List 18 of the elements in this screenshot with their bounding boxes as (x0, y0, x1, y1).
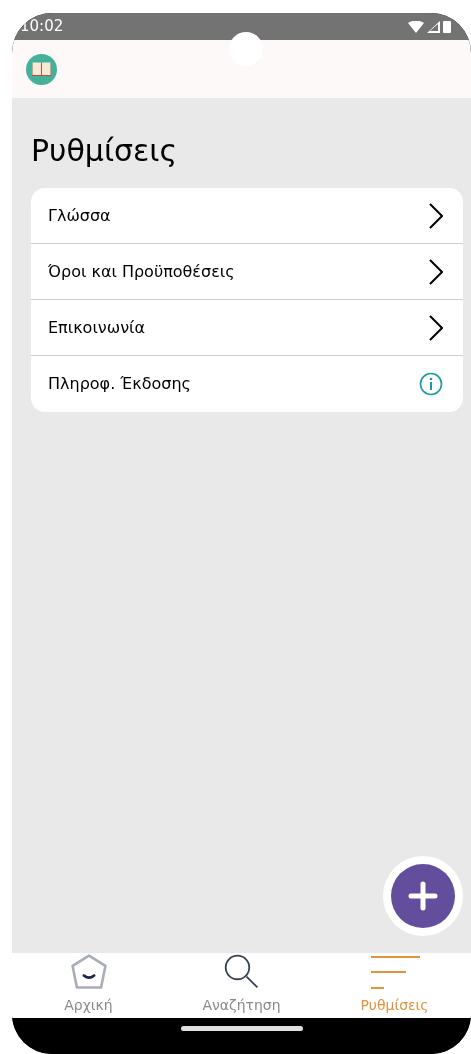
page-title: Ρυθμίσεις (31, 136, 179, 166)
info-icon (419, 372, 443, 396)
signal-icon (427, 20, 440, 33)
chevron-right-icon (429, 258, 443, 285)
wifi-icon (408, 20, 424, 33)
add-button[interactable] (391, 864, 455, 928)
menu-icon (368, 955, 421, 991)
battery-icon (443, 20, 451, 33)
nav-tab[interactable]: Αναζήτηση (165, 953, 318, 1018)
settings-row[interactable]: Γλώσσα (31, 188, 463, 244)
chevron-right-icon (429, 314, 443, 341)
settings-row[interactable]: Επικοινωνία (31, 300, 463, 356)
plus-icon (408, 881, 438, 911)
settings-row[interactable]: Πληροφ. Έκδοσης (31, 356, 463, 412)
nav-tab[interactable]: Αρχική (12, 953, 165, 1018)
book-logo-icon (26, 53, 57, 85)
settings-row[interactable]: Όροι και Προϋποθέσεις (31, 244, 463, 300)
chevron-right-icon (429, 202, 443, 229)
